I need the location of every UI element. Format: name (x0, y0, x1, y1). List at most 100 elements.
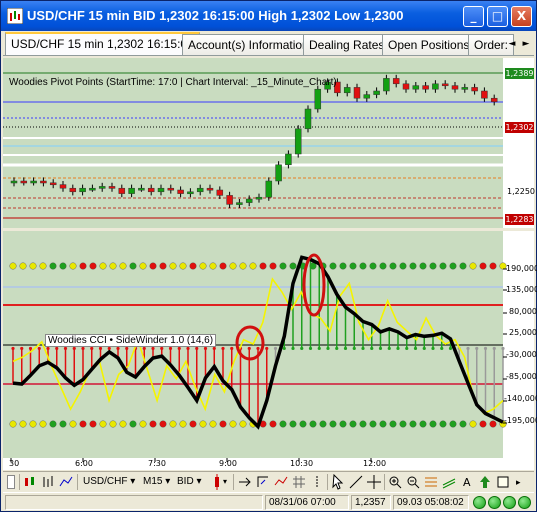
sidewinder-dot (159, 420, 167, 428)
time-axis-label: 10:30 (290, 459, 314, 468)
sidewinder-dot (189, 262, 197, 270)
sidewinder-dot (469, 420, 477, 428)
sidewinder-dot (359, 262, 367, 270)
candle-body (255, 196, 263, 200)
sidewinder-dot (129, 262, 137, 270)
time-axis-label: 7:30 (148, 459, 166, 468)
sidewinder-dot (399, 262, 407, 270)
sidewinder-dot (179, 420, 187, 428)
candle-style-icon[interactable] (211, 474, 223, 490)
sidewinder-dot (309, 420, 317, 428)
sidewinder-dot (379, 420, 387, 428)
candle-body (206, 187, 214, 191)
cci-axis-label: 190,000 (506, 264, 537, 273)
zoom-in-icon[interactable] (388, 475, 402, 491)
candle-body (363, 94, 371, 99)
cci-histogram-dot (291, 346, 295, 351)
properties-icon[interactable] (496, 475, 510, 491)
candle-body (471, 87, 478, 92)
sidewinder-dot (209, 420, 217, 428)
sidewinder-dot (99, 420, 107, 428)
candle-style-arrow-icon[interactable]: ▾ (223, 474, 227, 490)
cci-histogram-dot (422, 346, 426, 351)
chart-area[interactable]: Woodies Pivot Points (StartTime: 17:0 | … (3, 58, 537, 470)
connection-status-icon (473, 496, 486, 509)
tab-scroll-right-icon[interactable]: ► (519, 36, 533, 52)
sidewinder-dot (329, 420, 337, 428)
symbol-dropdown[interactable]: USD/CHF ▾ (83, 474, 135, 490)
channel-icon[interactable] (442, 475, 456, 491)
candlestick-icon[interactable] (23, 475, 37, 491)
candle-body (481, 90, 488, 99)
panel-divider[interactable] (3, 228, 534, 231)
sidewinder-dot (259, 262, 267, 270)
tab-account-information[interactable]: Account(s) Information (182, 34, 315, 55)
sidewinder-dot (449, 262, 457, 270)
sidewinder-dot (479, 262, 487, 270)
period-separator-icon[interactable] (310, 475, 324, 491)
sidewinder-dot (19, 420, 27, 428)
sidewinder-dot (449, 420, 457, 428)
cursor-icon[interactable] (331, 474, 345, 490)
tab-dealing-rates[interactable]: Dealing Rates (303, 34, 391, 55)
arrow-right-icon[interactable] (238, 475, 252, 491)
sidewinder-dot (269, 262, 277, 270)
cci-histogram-dot (55, 346, 59, 351)
bar-chart-icon[interactable] (41, 475, 55, 491)
arrow-mark-icon[interactable] (478, 475, 492, 491)
tab-open-positions[interactable]: Open Positions (382, 34, 476, 55)
cci-histogram-dot (317, 346, 321, 351)
cci-axis-label: -195,000 (504, 416, 537, 425)
cci-histogram-dot (256, 346, 260, 351)
sidewinder-dot (459, 420, 467, 428)
line-chart-icon[interactable] (59, 475, 73, 491)
sidewinder-dot (389, 262, 397, 270)
sidewinder-dot (389, 420, 397, 428)
cci-axis-label: -85,000 (506, 372, 537, 381)
cci-axis-label: -140,000 (504, 394, 537, 403)
crosshair-icon[interactable] (367, 475, 381, 491)
draw-line-icon[interactable] (349, 475, 363, 491)
time-axis-label: 9:00 (219, 459, 237, 468)
sidewinder-dot (349, 420, 357, 428)
text-tool-icon[interactable]: A (460, 475, 474, 491)
minimize-button[interactable]: _ (463, 6, 484, 27)
sidewinder-dot (119, 420, 127, 428)
sidewinder-dot (159, 262, 167, 270)
cci-histogram-dot (63, 346, 68, 351)
indicators-icon[interactable] (274, 475, 288, 491)
maximize-button[interactable]: □ (487, 6, 508, 27)
sidewinder-dot (319, 420, 327, 428)
cci-histogram-dot (46, 346, 50, 351)
tab-scroll-left-icon[interactable]: ◄ (505, 36, 519, 52)
sidewinder-dot (169, 420, 177, 428)
status-datetime: 08/31/06 07:00 (265, 495, 349, 510)
sidewinder-dot (349, 262, 357, 270)
bid-ask-dropdown[interactable]: BID ▾ (177, 474, 201, 490)
auto-scroll-icon[interactable] (256, 475, 270, 491)
cci-histogram-dot (440, 346, 444, 351)
chart-app-icon (7, 8, 23, 24)
candle-body (236, 202, 243, 205)
close-button[interactable]: X (511, 6, 532, 27)
sidewinder-dot (49, 262, 57, 270)
zoom-out-icon[interactable] (406, 475, 420, 491)
fibonacci-icon[interactable] (424, 475, 438, 491)
tab-chart[interactable]: USD/CHF 15 min 1,2302 16:15:00 (5, 32, 200, 55)
candle-body (20, 180, 28, 184)
sidewinder-dot (179, 262, 187, 270)
app-window: USD/CHF 15 min BID 1,2302 16:15:00 High … (0, 0, 537, 512)
sidewinder-dot (429, 420, 437, 428)
grid-icon[interactable] (292, 475, 306, 491)
chart-canvas[interactable] (3, 58, 534, 470)
sidewinder-dot (129, 420, 137, 428)
sidewinder-dot (369, 420, 377, 428)
sidewinder-dot (279, 420, 287, 428)
cci-histogram-dot (212, 346, 216, 351)
scroll-handle-icon[interactable] (7, 475, 15, 489)
sidewinder-dot (139, 420, 147, 428)
toolbar-more-icon[interactable]: ▸ (516, 474, 521, 490)
sidewinder-dot (329, 262, 337, 270)
candle-body (216, 189, 224, 196)
interval-dropdown[interactable]: M15 ▾ (143, 474, 170, 490)
